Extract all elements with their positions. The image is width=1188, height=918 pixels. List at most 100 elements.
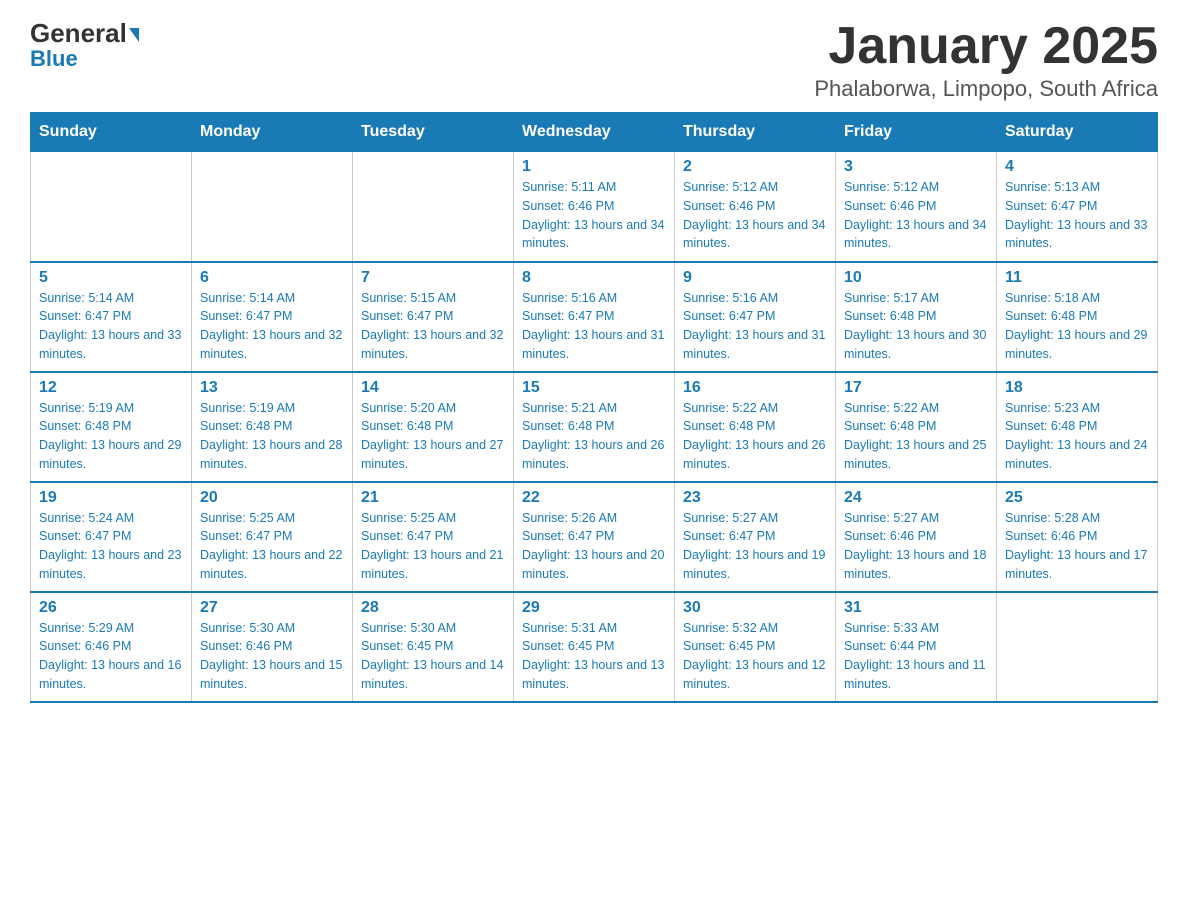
sun-info: Sunrise: 5:12 AM Sunset: 6:46 PM Dayligh… xyxy=(683,178,827,253)
sun-info: Sunrise: 5:32 AM Sunset: 6:45 PM Dayligh… xyxy=(683,619,827,694)
calendar-week-row: 5 Sunrise: 5:14 AM Sunset: 6:47 PM Daylig… xyxy=(31,262,1158,372)
sun-info: Sunrise: 5:17 AM Sunset: 6:48 PM Dayligh… xyxy=(844,289,988,364)
sun-info: Sunrise: 5:33 AM Sunset: 6:44 PM Dayligh… xyxy=(844,619,988,694)
calendar-cell: 23 Sunrise: 5:27 AM Sunset: 6:47 PM Dayli… xyxy=(675,482,836,592)
sun-info: Sunrise: 5:28 AM Sunset: 6:46 PM Dayligh… xyxy=(1005,509,1149,584)
title-block: January 2025 Phalaborwa, Limpopo, South … xyxy=(814,20,1158,102)
sun-info: Sunrise: 5:19 AM Sunset: 6:48 PM Dayligh… xyxy=(39,399,183,474)
sun-info: Sunrise: 5:15 AM Sunset: 6:47 PM Dayligh… xyxy=(361,289,505,364)
sun-info: Sunrise: 5:30 AM Sunset: 6:46 PM Dayligh… xyxy=(200,619,344,694)
day-number: 8 xyxy=(522,269,666,287)
sun-info: Sunrise: 5:19 AM Sunset: 6:48 PM Dayligh… xyxy=(200,399,344,474)
calendar-cell: 25 Sunrise: 5:28 AM Sunset: 6:46 PM Dayli… xyxy=(997,482,1158,592)
header-sunday: Sunday xyxy=(31,113,192,152)
day-number: 6 xyxy=(200,269,344,287)
sun-info: Sunrise: 5:29 AM Sunset: 6:46 PM Dayligh… xyxy=(39,619,183,694)
header-monday: Monday xyxy=(192,113,353,152)
calendar-cell: 28 Sunrise: 5:30 AM Sunset: 6:45 PM Dayli… xyxy=(353,592,514,702)
day-number: 10 xyxy=(844,269,988,287)
sun-info: Sunrise: 5:26 AM Sunset: 6:47 PM Dayligh… xyxy=(522,509,666,584)
calendar-cell: 30 Sunrise: 5:32 AM Sunset: 6:45 PM Dayli… xyxy=(675,592,836,702)
sun-info: Sunrise: 5:25 AM Sunset: 6:47 PM Dayligh… xyxy=(361,509,505,584)
day-number: 5 xyxy=(39,269,183,287)
calendar-cell: 10 Sunrise: 5:17 AM Sunset: 6:48 PM Dayli… xyxy=(836,262,997,372)
calendar-week-row: 1 Sunrise: 5:11 AM Sunset: 6:46 PM Daylig… xyxy=(31,152,1158,262)
calendar-week-row: 26 Sunrise: 5:29 AM Sunset: 6:46 PM Dayli… xyxy=(31,592,1158,702)
calendar-cell: 27Sunrise: 5:30 AM Sunset: 6:46 PM Dayli… xyxy=(192,592,353,702)
sun-info: Sunrise: 5:27 AM Sunset: 6:46 PM Dayligh… xyxy=(844,509,988,584)
sun-info: Sunrise: 5:27 AM Sunset: 6:47 PM Dayligh… xyxy=(683,509,827,584)
calendar-cell: 22 Sunrise: 5:26 AM Sunset: 6:47 PM Dayli… xyxy=(514,482,675,592)
day-number: 30 xyxy=(683,599,827,617)
day-number: 1 xyxy=(522,158,666,176)
day-number: 11 xyxy=(1005,269,1149,287)
calendar-cell: 3 Sunrise: 5:12 AM Sunset: 6:46 PM Daylig… xyxy=(836,152,997,262)
calendar-cell: 2 Sunrise: 5:12 AM Sunset: 6:46 PM Daylig… xyxy=(675,152,836,262)
sun-info: Sunrise: 5:24 AM Sunset: 6:47 PM Dayligh… xyxy=(39,509,183,584)
calendar-table: Sunday Monday Tuesday Wednesday Thursday… xyxy=(30,112,1158,703)
calendar-cell: 8Sunrise: 5:16 AM Sunset: 6:47 PM Daylig… xyxy=(514,262,675,372)
sun-info: Sunrise: 5:18 AM Sunset: 6:48 PM Dayligh… xyxy=(1005,289,1149,364)
day-number: 3 xyxy=(844,158,988,176)
day-number: 28 xyxy=(361,599,505,617)
sun-info: Sunrise: 5:30 AM Sunset: 6:45 PM Dayligh… xyxy=(361,619,505,694)
day-number: 9 xyxy=(683,269,827,287)
sun-info: Sunrise: 5:25 AM Sunset: 6:47 PM Dayligh… xyxy=(200,509,344,584)
day-number: 17 xyxy=(844,379,988,397)
calendar-cell: 18 Sunrise: 5:23 AM Sunset: 6:48 PM Dayli… xyxy=(997,372,1158,482)
calendar-cell: 11 Sunrise: 5:18 AM Sunset: 6:48 PM Dayli… xyxy=(997,262,1158,372)
day-number: 31 xyxy=(844,599,988,617)
day-number: 29 xyxy=(522,599,666,617)
sun-info: Sunrise: 5:16 AM Sunset: 6:47 PM Dayligh… xyxy=(683,289,827,364)
day-number: 12 xyxy=(39,379,183,397)
day-number: 15 xyxy=(522,379,666,397)
calendar-cell xyxy=(31,152,192,262)
day-number: 18 xyxy=(1005,379,1149,397)
sun-info: Sunrise: 5:23 AM Sunset: 6:48 PM Dayligh… xyxy=(1005,399,1149,474)
day-number: 2 xyxy=(683,158,827,176)
sun-info: Sunrise: 5:22 AM Sunset: 6:48 PM Dayligh… xyxy=(844,399,988,474)
calendar-cell xyxy=(353,152,514,262)
calendar-cell: 31 Sunrise: 5:33 AM Sunset: 6:44 PM Dayli… xyxy=(836,592,997,702)
day-number: 13 xyxy=(200,379,344,397)
day-number: 26 xyxy=(39,599,183,617)
calendar-cell: 1 Sunrise: 5:11 AM Sunset: 6:46 PM Daylig… xyxy=(514,152,675,262)
location-title: Phalaborwa, Limpopo, South Africa xyxy=(814,76,1158,102)
calendar-cell: 24 Sunrise: 5:27 AM Sunset: 6:46 PM Dayli… xyxy=(836,482,997,592)
calendar-cell: 26 Sunrise: 5:29 AM Sunset: 6:46 PM Dayli… xyxy=(31,592,192,702)
calendar-week-row: 12 Sunrise: 5:19 AM Sunset: 6:48 PM Dayli… xyxy=(31,372,1158,482)
calendar-cell: 9 Sunrise: 5:16 AM Sunset: 6:47 PM Daylig… xyxy=(675,262,836,372)
calendar-cell: 14 Sunrise: 5:20 AM Sunset: 6:48 PM Dayli… xyxy=(353,372,514,482)
calendar-cell xyxy=(997,592,1158,702)
calendar-cell: 7 Sunrise: 5:15 AM Sunset: 6:47 PM Daylig… xyxy=(353,262,514,372)
header-thursday: Thursday xyxy=(675,113,836,152)
month-title: January 2025 xyxy=(814,20,1158,72)
calendar-cell: 13 Sunrise: 5:19 AM Sunset: 6:48 PM Dayli… xyxy=(192,372,353,482)
day-number: 16 xyxy=(683,379,827,397)
sun-info: Sunrise: 5:11 AM Sunset: 6:46 PM Dayligh… xyxy=(522,178,666,253)
day-number: 14 xyxy=(361,379,505,397)
calendar-cell: 4 Sunrise: 5:13 AM Sunset: 6:47 PM Daylig… xyxy=(997,152,1158,262)
day-number: 23 xyxy=(683,489,827,507)
sun-info: Sunrise: 5:13 AM Sunset: 6:47 PM Dayligh… xyxy=(1005,178,1149,253)
calendar-cell: 15Sunrise: 5:21 AM Sunset: 6:48 PM Dayli… xyxy=(514,372,675,482)
sun-info: Sunrise: 5:12 AM Sunset: 6:46 PM Dayligh… xyxy=(844,178,988,253)
day-number: 24 xyxy=(844,489,988,507)
day-number: 21 xyxy=(361,489,505,507)
day-number: 4 xyxy=(1005,158,1149,176)
header-tuesday: Tuesday xyxy=(353,113,514,152)
sun-info: Sunrise: 5:22 AM Sunset: 6:48 PM Dayligh… xyxy=(683,399,827,474)
page-header: General Blue January 2025 Phalaborwa, Li… xyxy=(30,20,1158,102)
logo: General Blue xyxy=(30,20,139,72)
logo-blue-text: Blue xyxy=(30,46,78,71)
calendar-cell: 16 Sunrise: 5:22 AM Sunset: 6:48 PM Dayli… xyxy=(675,372,836,482)
sun-info: Sunrise: 5:20 AM Sunset: 6:48 PM Dayligh… xyxy=(361,399,505,474)
header-saturday: Saturday xyxy=(997,113,1158,152)
calendar-cell: 29Sunrise: 5:31 AM Sunset: 6:45 PM Dayli… xyxy=(514,592,675,702)
sun-info: Sunrise: 5:14 AM Sunset: 6:47 PM Dayligh… xyxy=(200,289,344,364)
day-number: 7 xyxy=(361,269,505,287)
logo-general-text: General xyxy=(30,20,139,46)
day-number: 22 xyxy=(522,489,666,507)
day-number: 25 xyxy=(1005,489,1149,507)
calendar-cell: 12 Sunrise: 5:19 AM Sunset: 6:48 PM Dayli… xyxy=(31,372,192,482)
